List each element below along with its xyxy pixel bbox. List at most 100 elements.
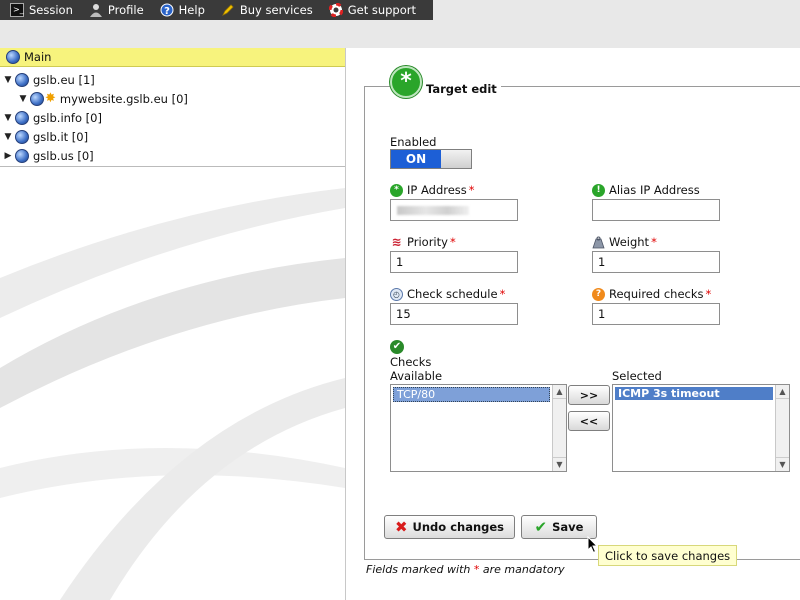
content-panel: * Target edit Enabled ON * IP Address * !… xyxy=(346,48,800,600)
menu-get-support[interactable]: Get support xyxy=(328,0,417,20)
available-scrollbar[interactable]: ▲ ▼ xyxy=(552,385,566,471)
expand-arrow-icon[interactable]: ▼ xyxy=(4,75,12,85)
asterisk-icon: * xyxy=(390,183,403,197)
cross-icon: ✖ xyxy=(394,518,408,536)
scroll-down-icon[interactable]: ▼ xyxy=(553,457,566,471)
pencil-icon xyxy=(221,3,235,17)
available-label-text: Available xyxy=(390,369,443,383)
domain-globe-icon xyxy=(15,148,29,163)
save-tooltip: Click to save changes xyxy=(598,545,738,566)
domain-globe-icon xyxy=(15,72,29,87)
background-swoosh xyxy=(0,188,345,600)
user-icon xyxy=(89,3,103,17)
menu-session[interactable]: >_ Session xyxy=(10,0,73,20)
main-menu: >_ Session Profile ? Help Buy services G… xyxy=(0,0,433,20)
menu-get-support-label: Get support xyxy=(347,3,417,17)
weight-label-text: Weight xyxy=(609,235,650,249)
toggle-handle xyxy=(441,150,471,168)
form-title: * Target edit xyxy=(390,66,501,98)
expand-arrow-icon[interactable]: ▼ xyxy=(4,113,12,123)
selected-checks-list[interactable]: ICMP 3s timeout ▲ ▼ xyxy=(612,384,790,472)
selected-label-text: Selected xyxy=(612,369,662,383)
alias-ip-input[interactable] xyxy=(592,199,720,221)
priority-value: 1 xyxy=(396,255,404,269)
scroll-up-icon[interactable]: ▲ xyxy=(776,385,789,399)
asterisk-badge-icon: * xyxy=(390,66,422,98)
menu-profile-label: Profile xyxy=(107,3,144,17)
priority-input[interactable]: 1 xyxy=(390,251,518,273)
tree-node-gslb-us[interactable]: ▶ gslb.us [0] xyxy=(0,146,345,165)
enabled-toggle[interactable]: ON xyxy=(390,149,472,169)
menu-buy-services[interactable]: Buy services xyxy=(221,0,313,20)
tree-node-gslb-it[interactable]: ▼ gslb.it [0] xyxy=(0,127,345,146)
selected-label: Selected xyxy=(612,369,662,383)
alias-ip-label-text: Alias IP Address xyxy=(609,183,700,197)
tree-node-gslb-info[interactable]: ▼ gslb.info [0] xyxy=(0,108,345,127)
clock-icon: ◴ xyxy=(390,287,403,301)
save-label: Save xyxy=(552,520,584,534)
scroll-down-icon[interactable]: ▼ xyxy=(776,457,789,471)
selected-check-item[interactable]: ICMP 3s timeout xyxy=(615,387,773,400)
priority-label: ≋ Priority * xyxy=(390,235,456,249)
expand-arrow-icon[interactable]: ▼ xyxy=(19,94,27,104)
tree-header[interactable]: Main xyxy=(0,48,345,67)
toggle-on-label: ON xyxy=(391,150,441,168)
tree-node-label: gslb.info [0] xyxy=(33,110,102,125)
enabled-label-text: Enabled xyxy=(390,135,437,149)
required-checks-value: 1 xyxy=(598,307,606,321)
tree-panel: Main ▼ gslb.eu [1] ▼ ✸ mywebsite.gslb.eu… xyxy=(0,48,346,600)
required-marker: * xyxy=(473,563,480,576)
svg-text:?: ? xyxy=(164,6,170,17)
available-label: Available xyxy=(390,369,442,383)
required-marker: * xyxy=(651,235,657,249)
menu-help[interactable]: ? Help xyxy=(160,0,205,20)
tree-node-label: gslb.us [0] xyxy=(33,148,94,163)
tree-node-label: gslb.it [0] xyxy=(33,129,89,144)
weight-input[interactable]: 1 xyxy=(592,251,720,273)
tree-header-label: Main xyxy=(24,50,52,64)
scroll-up-icon[interactable]: ▲ xyxy=(553,385,566,399)
required-checks-input[interactable]: 1 xyxy=(592,303,720,325)
help-icon: ? xyxy=(160,3,174,17)
menu-session-label: Session xyxy=(29,3,73,17)
expand-arrow-icon[interactable]: ▼ xyxy=(4,132,12,142)
alias-ip-label: ! Alias IP Address xyxy=(592,183,700,197)
mandatory-note-post: are mandatory xyxy=(482,563,565,576)
move-right-button[interactable]: >> xyxy=(568,385,610,405)
move-left-button[interactable]: << xyxy=(568,411,610,431)
required-marker: * xyxy=(449,235,456,249)
top-area: >_ Session Profile ? Help Buy services G… xyxy=(0,0,800,48)
available-checks-list[interactable]: TCP/80 ▲ ▼ xyxy=(390,384,567,472)
tree-node-label: mywebsite.gslb.eu [0] xyxy=(59,91,188,106)
required-checks-label: ? Required checks * xyxy=(592,287,711,301)
available-check-item[interactable]: TCP/80 xyxy=(393,387,550,402)
save-button[interactable]: ✔ Save xyxy=(521,515,597,539)
ip-address-label-text: IP Address xyxy=(407,183,467,197)
checkmark-icon: ✔ xyxy=(390,340,404,354)
weight-icon xyxy=(592,236,605,249)
collapse-arrow-icon[interactable]: ▶ xyxy=(4,151,12,161)
terminal-icon: >_ xyxy=(10,3,24,17)
checkmark-icon: ✔ xyxy=(534,518,548,536)
tree-node-label: gslb.eu [1] xyxy=(33,72,95,87)
domain-tree: ▼ gslb.eu [1] ▼ ✸ mywebsite.gslb.eu [0] … xyxy=(0,67,345,167)
weight-value: 1 xyxy=(598,255,606,269)
check-schedule-input[interactable]: 15 xyxy=(390,303,518,325)
star-icon: ✸ xyxy=(45,91,56,106)
mandatory-note-pre: Fields marked with xyxy=(366,563,471,576)
required-marker: * xyxy=(705,287,712,301)
selected-scrollbar[interactable]: ▲ ▼ xyxy=(775,385,789,471)
target-globe-icon xyxy=(30,91,44,106)
menu-profile[interactable]: Profile xyxy=(89,0,144,20)
ip-address-input[interactable] xyxy=(390,199,518,221)
priority-label-text: Priority xyxy=(407,235,448,249)
alias-icon: ! xyxy=(592,183,605,197)
checks-label-text: Checks xyxy=(390,355,432,369)
required-checks-label-text: Required checks xyxy=(609,287,704,301)
tree-node-mywebsite[interactable]: ▼ ✸ mywebsite.gslb.eu [0] xyxy=(0,89,345,108)
tree-node-gslb-eu[interactable]: ▼ gslb.eu [1] xyxy=(0,70,345,89)
check-schedule-label: ◴ Check schedule * xyxy=(390,287,505,301)
undo-changes-button[interactable]: ✖ Undo changes xyxy=(384,515,515,539)
required-marker: * xyxy=(468,183,475,197)
question-icon: ? xyxy=(592,287,605,301)
